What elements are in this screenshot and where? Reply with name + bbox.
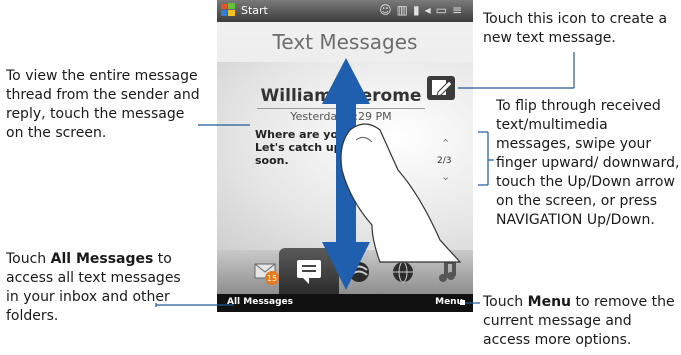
tab-messages-icon[interactable]: [297, 260, 321, 284]
menu-callout-bold: Menu: [527, 294, 572, 310]
message-counter: 2/3: [437, 156, 452, 166]
menu-callout-prefix: Touch: [483, 294, 528, 310]
all-messages-softkey[interactable]: All Messages: [227, 297, 293, 307]
status-icons: ☺▥▮◂▭≡: [379, 3, 467, 17]
notification-icon[interactable]: ☺: [379, 3, 397, 17]
signal-icon[interactable]: ▮: [413, 3, 425, 17]
menu-callout: Touch Menu to remove the current message…: [483, 293, 678, 350]
all-messages-callout: Touch All Messages to access all text me…: [6, 250, 186, 326]
flip-callout: To flip through received text/multimedia…: [496, 98, 680, 228]
pencil-icon: [432, 80, 453, 97]
tab-internet-icon[interactable]: [393, 261, 413, 283]
mail-badge: 15: [267, 274, 277, 283]
tab-music-icon[interactable]: [439, 260, 456, 282]
softkey-bar: All Messages Menu: [217, 294, 473, 312]
compose-callout: Touch this icon to create a new text mes…: [483, 11, 668, 46]
start-label[interactable]: Start: [241, 4, 268, 17]
tab-icons: 15: [254, 260, 456, 285]
down-arrow-icon[interactable]: ⌄: [441, 170, 450, 183]
compose-message-icon[interactable]: [427, 76, 455, 100]
thread-callout: To view the entire message thread from t…: [6, 68, 200, 141]
all-messages-callout-bold: All Messages: [50, 251, 154, 267]
data-connection-icon[interactable]: ▥: [397, 3, 413, 17]
screen-title: Text Messages: [272, 30, 418, 54]
status-bar: Start ☺▥▮◂▭≡: [217, 0, 473, 22]
battery-icon[interactable]: ▭: [436, 3, 452, 17]
windows-start-icon[interactable]: [220, 2, 236, 18]
flip-callout-bracket: [478, 131, 494, 186]
compose-callout-line: [458, 52, 575, 89]
phone-screen: Start ☺▥▮◂▭≡ Text Messages Williams, Jer…: [217, 0, 473, 312]
message-body[interactable]: Where are you? Let's catch up soon.: [255, 128, 375, 167]
tab-phone-icon[interactable]: [349, 262, 369, 282]
menu-softkey[interactable]: Menu: [435, 297, 463, 307]
all-messages-callout-prefix: Touch: [6, 251, 51, 267]
message-date: Yesterday 2:29 PM: [290, 110, 392, 123]
volume-icon[interactable]: ◂: [425, 3, 436, 17]
up-arrow-icon[interactable]: ⌃: [441, 137, 450, 150]
menu-icon[interactable]: ≡: [452, 3, 467, 17]
sender-divider: [257, 108, 425, 109]
sender-name[interactable]: Williams, Jerome: [257, 86, 425, 106]
